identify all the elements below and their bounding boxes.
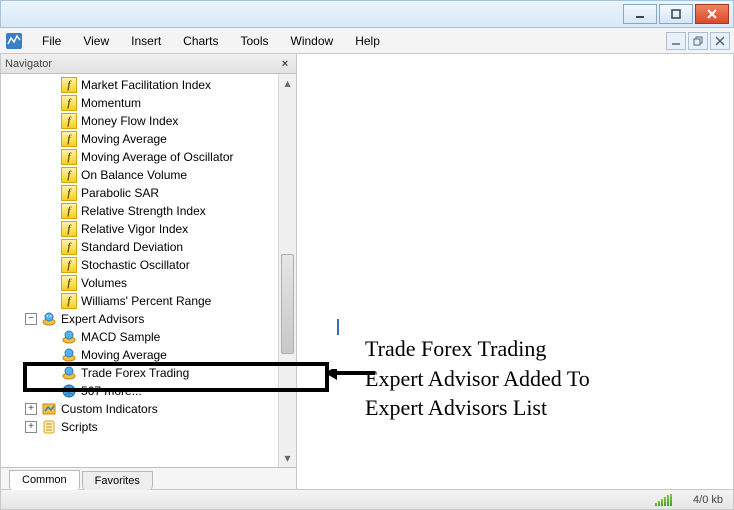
menu-insert[interactable]: Insert [121, 31, 171, 51]
navigator-header: Navigator × [1, 54, 296, 74]
annotation-text: Trade Forex Trading Expert Advisor Added… [365, 334, 590, 423]
tree-item-more: 567 more... [5, 382, 278, 400]
scroll-down-icon[interactable]: ▾ [279, 449, 296, 467]
function-icon: f [61, 95, 77, 111]
collapse-icon[interactable]: − [25, 313, 37, 325]
tree-item: fMarket Facilitation Index [5, 76, 278, 94]
function-icon: f [61, 167, 77, 183]
navigator-tabs: Common Favorites [1, 467, 296, 489]
navigator-tree[interactable]: fMarket Facilitation Index fMomentum fMo… [1, 74, 278, 467]
tree-item: fStochastic Oscillator [5, 256, 278, 274]
tab-common[interactable]: Common [9, 470, 80, 490]
menu-tools[interactable]: Tools [231, 31, 279, 51]
menu-charts[interactable]: Charts [173, 31, 228, 51]
scripts-icon [41, 419, 57, 435]
tree-node-custom-indicators[interactable]: + Custom Indicators [5, 400, 278, 418]
tree-item: fMoney Flow Index [5, 112, 278, 130]
tree-item: fWilliams' Percent Range [5, 292, 278, 310]
navigator-title: Navigator [5, 58, 52, 70]
tree-node-scripts[interactable]: + Scripts [5, 418, 278, 436]
tree-item: fStandard Deviation [5, 238, 278, 256]
status-bar: 4/0 kb [0, 490, 734, 510]
custom-indicators-icon [41, 401, 57, 417]
tree-item: fMomentum [5, 94, 278, 112]
function-icon: f [61, 185, 77, 201]
tree-item: fOn Balance Volume [5, 166, 278, 184]
function-icon: f [61, 149, 77, 165]
scroll-up-icon[interactable]: ▴ [279, 74, 296, 92]
navigator-panel: Navigator × fMarket Facilitation Index f… [1, 54, 297, 489]
tree-item: fMoving Average of Oscillator [5, 148, 278, 166]
function-icon: f [61, 77, 77, 93]
menu-window[interactable]: Window [281, 31, 344, 51]
menu-bar: File View Insert Charts Tools Window Hel… [0, 28, 734, 54]
app-icon [4, 31, 24, 51]
function-icon: f [61, 113, 77, 129]
expert-advisor-icon [61, 329, 77, 345]
connection-meter-icon [655, 494, 683, 506]
menu-file[interactable]: File [32, 31, 71, 51]
title-bar [0, 0, 734, 28]
expand-icon[interactable]: + [25, 403, 37, 415]
function-icon: f [61, 275, 77, 291]
globe-icon [61, 383, 77, 399]
minimize-button[interactable] [623, 4, 657, 24]
tab-favorites[interactable]: Favorites [82, 471, 153, 490]
content-area: Trade Forex Trading Expert Advisor Added… [297, 54, 733, 489]
expert-advisor-group-icon [41, 311, 57, 327]
function-icon: f [61, 203, 77, 219]
function-icon: f [61, 221, 77, 237]
mdi-minimize-button[interactable] [666, 32, 686, 50]
tree-item-ea: MACD Sample [5, 328, 278, 346]
maximize-button[interactable] [659, 4, 693, 24]
workspace: Navigator × fMarket Facilitation Index f… [0, 54, 734, 490]
mdi-restore-button[interactable] [688, 32, 708, 50]
menu-help[interactable]: Help [345, 31, 390, 51]
tree-item: fRelative Strength Index [5, 202, 278, 220]
tree-item: fMoving Average [5, 130, 278, 148]
function-icon: f [61, 131, 77, 147]
expand-icon[interactable]: + [25, 421, 37, 433]
tree-item-ea: Moving Average [5, 346, 278, 364]
mdi-close-button[interactable] [710, 32, 730, 50]
function-icon: f [61, 293, 77, 309]
tree-node-expert-advisors[interactable]: − Expert Advisors [5, 310, 278, 328]
expert-advisor-icon [61, 347, 77, 363]
status-text: 4/0 kb [693, 494, 723, 506]
scroll-thumb[interactable] [281, 254, 294, 354]
tree-item: fVolumes [5, 274, 278, 292]
function-icon: f [61, 239, 77, 255]
tree-item: fParabolic SAR [5, 184, 278, 202]
navigator-scrollbar[interactable]: ▴ ▾ [278, 74, 296, 467]
navigator-close-icon[interactable]: × [278, 57, 292, 71]
tree-item-ea-highlighted: Trade Forex Trading [5, 364, 278, 382]
menu-view[interactable]: View [73, 31, 119, 51]
expert-advisor-icon [61, 365, 77, 381]
function-icon: f [61, 257, 77, 273]
text-caret [337, 319, 339, 335]
tree-item: fRelative Vigor Index [5, 220, 278, 238]
close-button[interactable] [695, 4, 729, 24]
